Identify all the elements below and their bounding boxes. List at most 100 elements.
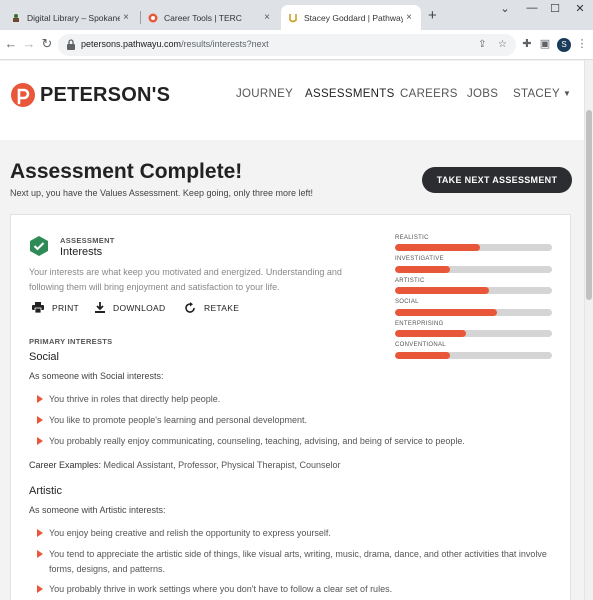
list-item: You thrive in roles that directly help p… bbox=[37, 392, 557, 407]
score-label-investigative: INVESTIGATIVE bbox=[395, 256, 444, 262]
url-host: petersons.pathwayu.com bbox=[81, 39, 182, 49]
score-bar-enterprising bbox=[395, 330, 552, 337]
bullet-text: You probably thrive in work settings whe… bbox=[49, 584, 393, 594]
window-close-icon[interactable]: ✕ bbox=[570, 2, 590, 15]
browser-tab-strip: Digital Library – Spokane County × Caree… bbox=[0, 0, 593, 30]
score-label-social: SOCIAL bbox=[395, 299, 419, 305]
score-bar-artistic bbox=[395, 287, 552, 294]
bullet-text: You probably really enjoy communicating,… bbox=[49, 436, 465, 446]
bullet-arrow-icon bbox=[37, 395, 43, 403]
score-bar-investigative bbox=[395, 266, 552, 273]
page-scrollbar[interactable] bbox=[584, 60, 593, 600]
bullet-arrow-icon bbox=[37, 585, 43, 593]
tab-title: Stacey Goddard | PathwayU bbox=[304, 12, 403, 23]
list-item: You enjoy being creative and relish the … bbox=[37, 526, 557, 541]
petersons-logo[interactable]: PETERSON'S bbox=[10, 82, 170, 108]
tab-title: Career Tools | TERC bbox=[164, 12, 242, 23]
side-panel-icon[interactable]: ▣ bbox=[538, 37, 552, 50]
kebab-menu-icon[interactable]: ⋮ bbox=[575, 37, 589, 50]
print-button[interactable]: PRINT bbox=[32, 302, 79, 313]
list-item: You probably thrive in work settings whe… bbox=[37, 582, 557, 597]
site-header: PETERSON'S JOURNEY ASSESSMENTS CAREERS J… bbox=[0, 61, 584, 140]
browser-tab-career-tools[interactable]: Career Tools | TERC × bbox=[141, 5, 279, 30]
career-examples-list: Medical Assistant, Professor, Physical T… bbox=[103, 460, 341, 470]
pathwayu-favicon-icon bbox=[287, 12, 298, 23]
bullet-text: You thrive in roles that directly help p… bbox=[49, 394, 221, 404]
forward-arrow-icon[interactable]: → bbox=[20, 36, 38, 51]
page-title: Assessment Complete! bbox=[10, 160, 243, 183]
lock-icon bbox=[67, 39, 75, 50]
score-bar-social bbox=[395, 309, 552, 316]
card-eyebrow: ASSESSMENT bbox=[60, 236, 115, 245]
career-examples-label: Career Examples: bbox=[29, 460, 102, 470]
reload-icon[interactable]: ↻ bbox=[38, 36, 56, 52]
list-item: You probably really enjoy communicating,… bbox=[37, 434, 557, 449]
scrollbar-thumb[interactable] bbox=[586, 110, 592, 300]
score-bar-fill bbox=[395, 330, 466, 337]
tab-close-icon[interactable]: × bbox=[403, 12, 415, 23]
career-examples: Career Examples: Medical Assistant, Prof… bbox=[29, 460, 341, 470]
nav-careers[interactable]: CAREERS bbox=[400, 88, 458, 100]
caret-down-icon: ▼ bbox=[562, 89, 572, 99]
url-text: petersons.pathwayu.com/results/interests… bbox=[81, 39, 269, 49]
nav-journey[interactable]: JOURNEY bbox=[236, 88, 293, 100]
score-bar-fill bbox=[395, 266, 450, 273]
chevron-down-icon[interactable]: ⌄ bbox=[495, 2, 515, 15]
tab-close-icon[interactable]: × bbox=[120, 12, 132, 23]
download-label: DOWNLOAD bbox=[113, 302, 166, 313]
card-title: Interests bbox=[60, 246, 103, 258]
bullet-arrow-icon bbox=[37, 550, 43, 558]
check-shield-icon bbox=[30, 236, 48, 256]
primary-interests-label: PRIMARY INTERESTS bbox=[29, 337, 113, 346]
terc-favicon-icon bbox=[147, 12, 158, 23]
list-item: You like to promote people's learning an… bbox=[37, 413, 557, 428]
retake-refresh-icon bbox=[185, 302, 195, 313]
take-next-assessment-button[interactable]: TAKE NEXT ASSESSMENT bbox=[422, 167, 572, 193]
bullet-arrow-icon bbox=[37, 416, 43, 424]
download-button[interactable]: DOWNLOAD bbox=[95, 302, 165, 313]
score-bar-fill bbox=[395, 244, 480, 251]
retake-label: RETAKE bbox=[204, 303, 240, 313]
interest-heading-social: Social bbox=[29, 351, 59, 363]
library-favicon-icon bbox=[10, 12, 21, 23]
nav-jobs[interactable]: JOBS bbox=[467, 88, 498, 100]
score-bar-fill bbox=[395, 309, 498, 316]
bullet-arrow-icon bbox=[37, 437, 43, 445]
list-item: You tend to appreciate the artistic side… bbox=[37, 547, 557, 577]
retake-button[interactable]: RETAKE bbox=[184, 302, 239, 314]
tab-title: Digital Library – Spokane County bbox=[27, 12, 120, 23]
share-icon[interactable]: ⇪ bbox=[478, 39, 486, 50]
score-bar-fill bbox=[395, 287, 490, 294]
tab-close-icon[interactable]: × bbox=[261, 12, 273, 23]
nav-user-menu[interactable]: STACEY ▼ bbox=[513, 88, 571, 100]
page-subtitle: Next up, you have the Values Assessment.… bbox=[10, 188, 314, 198]
nav-assessments[interactable]: ASSESSMENTS bbox=[305, 88, 395, 100]
interest-intro-artistic: As someone with Artistic interests: bbox=[29, 505, 166, 515]
bullet-text: You like to promote people's learning an… bbox=[49, 415, 308, 425]
score-label-conventional: CONVENTIONAL bbox=[395, 342, 446, 348]
profile-avatar[interactable]: S bbox=[557, 38, 571, 52]
bullet-arrow-icon bbox=[37, 529, 43, 537]
browser-toolbar: ← → ↻ petersons.pathwayu.com/results/int… bbox=[0, 30, 593, 60]
url-path: /results/interests?next bbox=[181, 39, 269, 49]
bullet-text: You enjoy being creative and relish the … bbox=[49, 528, 331, 538]
browser-tab-digital-library[interactable]: Digital Library – Spokane County × bbox=[4, 5, 138, 30]
interest-intro-social: As someone with Social interests: bbox=[29, 371, 164, 381]
score-label-enterprising: ENTERPRISING bbox=[395, 321, 444, 327]
score-label-realistic: REALISTIC bbox=[395, 235, 429, 241]
extensions-puzzle-icon[interactable]: ✚ bbox=[520, 37, 534, 50]
new-tab-button[interactable]: + bbox=[428, 7, 437, 24]
browser-tab-pathwayu[interactable]: Stacey Goddard | PathwayU × bbox=[281, 5, 421, 30]
back-arrow-icon[interactable]: ← bbox=[2, 36, 20, 51]
user-name: STACEY bbox=[513, 88, 560, 100]
minimize-icon[interactable]: — bbox=[522, 2, 542, 14]
address-bar[interactable]: petersons.pathwayu.com/results/interests… bbox=[58, 34, 516, 56]
score-bar-realistic bbox=[395, 244, 552, 251]
printer-icon bbox=[32, 302, 44, 313]
petersons-logo-mark-icon bbox=[11, 83, 35, 107]
card-description: Your interests are what keep you motivat… bbox=[29, 267, 342, 292]
bookmark-star-icon[interactable]: ☆ bbox=[498, 39, 507, 50]
maximize-icon[interactable]: ☐ bbox=[545, 2, 565, 15]
download-icon bbox=[95, 302, 105, 313]
interest-heading-artistic: Artistic bbox=[29, 485, 62, 497]
